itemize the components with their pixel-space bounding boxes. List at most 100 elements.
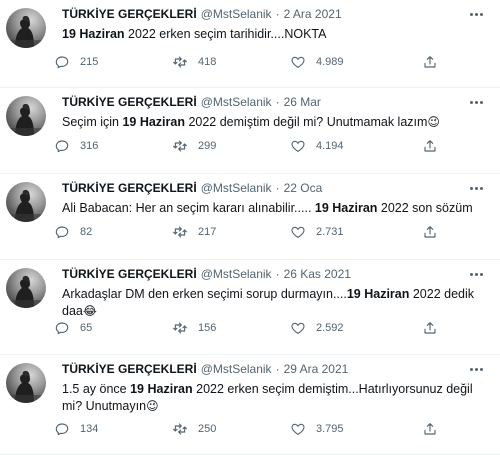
reply-button[interactable]: 134 [54, 421, 172, 437]
tweet-header: TÜRKİYE GERÇEKLERİ @MstSelanik · 2 Ara 2… [62, 6, 488, 22]
avatar-silhouette-icon [6, 103, 46, 136]
share-icon [424, 322, 436, 334]
reply-icon [55, 140, 69, 153]
emoji: 😉 [427, 115, 440, 129]
like-button[interactable]: 2.731 [290, 224, 408, 240]
heart-icon [291, 226, 305, 238]
share-button[interactable] [422, 138, 438, 154]
tweet-text-bold: 19 Haziran [346, 287, 410, 301]
share-icon [424, 423, 436, 435]
more-horizontal-icon[interactable] [466, 361, 486, 377]
retweet-button[interactable]: 418 [172, 54, 290, 70]
like-count: 2.592 [316, 322, 344, 334]
tweet[interactable]: TÜRKİYE GERÇEKLERİ @MstSelanik · 29 Ara … [0, 355, 500, 455]
share-button[interactable] [422, 421, 438, 437]
tweet-text-pre: 1.5 ay önce [62, 382, 131, 396]
author-handle[interactable]: @MstSelanik [201, 94, 272, 110]
more-horizontal-icon[interactable] [466, 180, 486, 196]
tweet-date[interactable]: 29 Ara 2021 [284, 361, 349, 377]
author-name[interactable]: TÜRKİYE GERÇEKLERİ [62, 180, 197, 196]
retweet-count: 156 [198, 322, 217, 334]
reply-button[interactable]: 82 [54, 224, 172, 240]
retweet-icon [173, 423, 187, 435]
reply-button[interactable]: 65 [54, 320, 172, 336]
like-button[interactable]: 2.592 [290, 320, 408, 336]
like-count: 4.989 [316, 56, 344, 68]
retweet-button[interactable]: 250 [172, 421, 290, 437]
avatar[interactable] [6, 8, 46, 48]
tweet-text: 1.5 ay önce 19 Haziran 2022 erken seçim … [62, 381, 488, 415]
tweet-actions: 316 299 4.194 [54, 138, 438, 154]
retweet-button[interactable]: 156 [172, 320, 290, 336]
tweet-text-pre: Arkadaşlar DM den erken seçimi sorup dur… [62, 287, 347, 301]
tweet-text-bold: 19 Haziran [314, 201, 378, 215]
author-handle[interactable]: @MstSelanik [201, 6, 272, 22]
separator-dot: · [275, 95, 280, 109]
tweet-text-post: 2022 erken seçim tarihidir....NOKTA [124, 27, 327, 41]
like-count: 3.795 [316, 423, 344, 435]
author-handle[interactable]: @MstSelanik [201, 180, 272, 196]
author-handle[interactable]: @MstSelanik [201, 361, 272, 377]
more-horizontal-icon[interactable] [466, 6, 486, 22]
share-button[interactable] [422, 54, 438, 70]
tweet[interactable]: TÜRKİYE GERÇEKLERİ @MstSelanik · 26 Kas … [0, 260, 500, 355]
emoji: 😉 [146, 399, 159, 413]
retweet-count: 250 [198, 423, 217, 435]
tweet-actions: 134 250 3.795 [54, 421, 438, 437]
retweet-icon [173, 56, 187, 68]
more-horizontal-icon[interactable] [466, 266, 486, 282]
tweet-date[interactable]: 2 Ara 2021 [284, 6, 342, 22]
retweet-count: 418 [198, 56, 217, 68]
author-name[interactable]: TÜRKİYE GERÇEKLERİ [62, 94, 197, 110]
reply-count: 316 [80, 140, 99, 152]
author-handle[interactable]: @MstSelanik [201, 266, 272, 282]
avatar-silhouette-icon [6, 15, 46, 48]
like-button[interactable]: 4.989 [290, 54, 408, 70]
retweet-icon [173, 322, 187, 334]
reply-icon [55, 226, 69, 239]
tweet-header: TÜRKİYE GERÇEKLERİ @MstSelanik · 22 Oca [62, 180, 488, 196]
tweet-text: Arkadaşlar DM den erken seçimi sorup dur… [62, 286, 488, 320]
tweet-feed: TÜRKİYE GERÇEKLERİ @MstSelanik · 2 Ara 2… [0, 0, 500, 455]
avatar-silhouette-icon [6, 370, 46, 403]
share-button[interactable] [422, 224, 438, 240]
tweet-date[interactable]: 26 Mar [284, 94, 321, 110]
more-horizontal-icon[interactable] [466, 94, 486, 110]
tweet-text: Seçim için 19 Haziran 2022 demiştim deği… [62, 114, 488, 131]
tweet-date[interactable]: 26 Kas 2021 [284, 266, 351, 282]
author-name[interactable]: TÜRKİYE GERÇEKLERİ [62, 361, 197, 377]
tweet-text-post: 2022 demiştim değil mi? Unutmamak lazım [184, 115, 428, 129]
avatar[interactable] [6, 268, 46, 308]
reply-button[interactable]: 316 [54, 138, 172, 154]
share-icon [424, 140, 436, 152]
retweet-icon [173, 226, 187, 238]
tweet-header: TÜRKİYE GERÇEKLERİ @MstSelanik · 29 Ara … [62, 361, 488, 377]
author-name[interactable]: TÜRKİYE GERÇEKLERİ [62, 6, 197, 22]
avatar-silhouette-icon [6, 189, 46, 222]
heart-icon [291, 423, 305, 435]
avatar[interactable] [6, 96, 46, 136]
tweet-text-bold: 19 Haziran [62, 27, 125, 41]
tweet-text-pre: Ali Babacan: Her an seçim kararı alınabi… [62, 201, 315, 215]
like-button[interactable]: 3.795 [290, 421, 408, 437]
tweet-text-bold: 19 Haziran [130, 382, 193, 396]
avatar[interactable] [6, 363, 46, 403]
reply-button[interactable]: 215 [54, 54, 172, 70]
tweet-text-pre: Seçim için [62, 115, 123, 129]
reply-icon [55, 423, 69, 436]
separator-dot: · [275, 362, 280, 376]
separator-dot: · [275, 7, 280, 21]
like-button[interactable]: 4.194 [290, 138, 408, 154]
retweet-button[interactable]: 299 [172, 138, 290, 154]
tweet[interactable]: TÜRKİYE GERÇEKLERİ @MstSelanik · 26 Mar … [0, 88, 500, 174]
author-name[interactable]: TÜRKİYE GERÇEKLERİ [62, 266, 197, 282]
tweet[interactable]: TÜRKİYE GERÇEKLERİ @MstSelanik · 22 Oca … [0, 174, 500, 260]
tweet-date[interactable]: 22 Oca [284, 180, 323, 196]
share-icon [424, 226, 436, 238]
retweet-button[interactable]: 217 [172, 224, 290, 240]
retweet-icon [173, 140, 187, 152]
tweet[interactable]: TÜRKİYE GERÇEKLERİ @MstSelanik · 2 Ara 2… [0, 0, 500, 88]
share-button[interactable] [422, 320, 438, 336]
avatar[interactable] [6, 182, 46, 222]
reply-icon [55, 56, 69, 69]
